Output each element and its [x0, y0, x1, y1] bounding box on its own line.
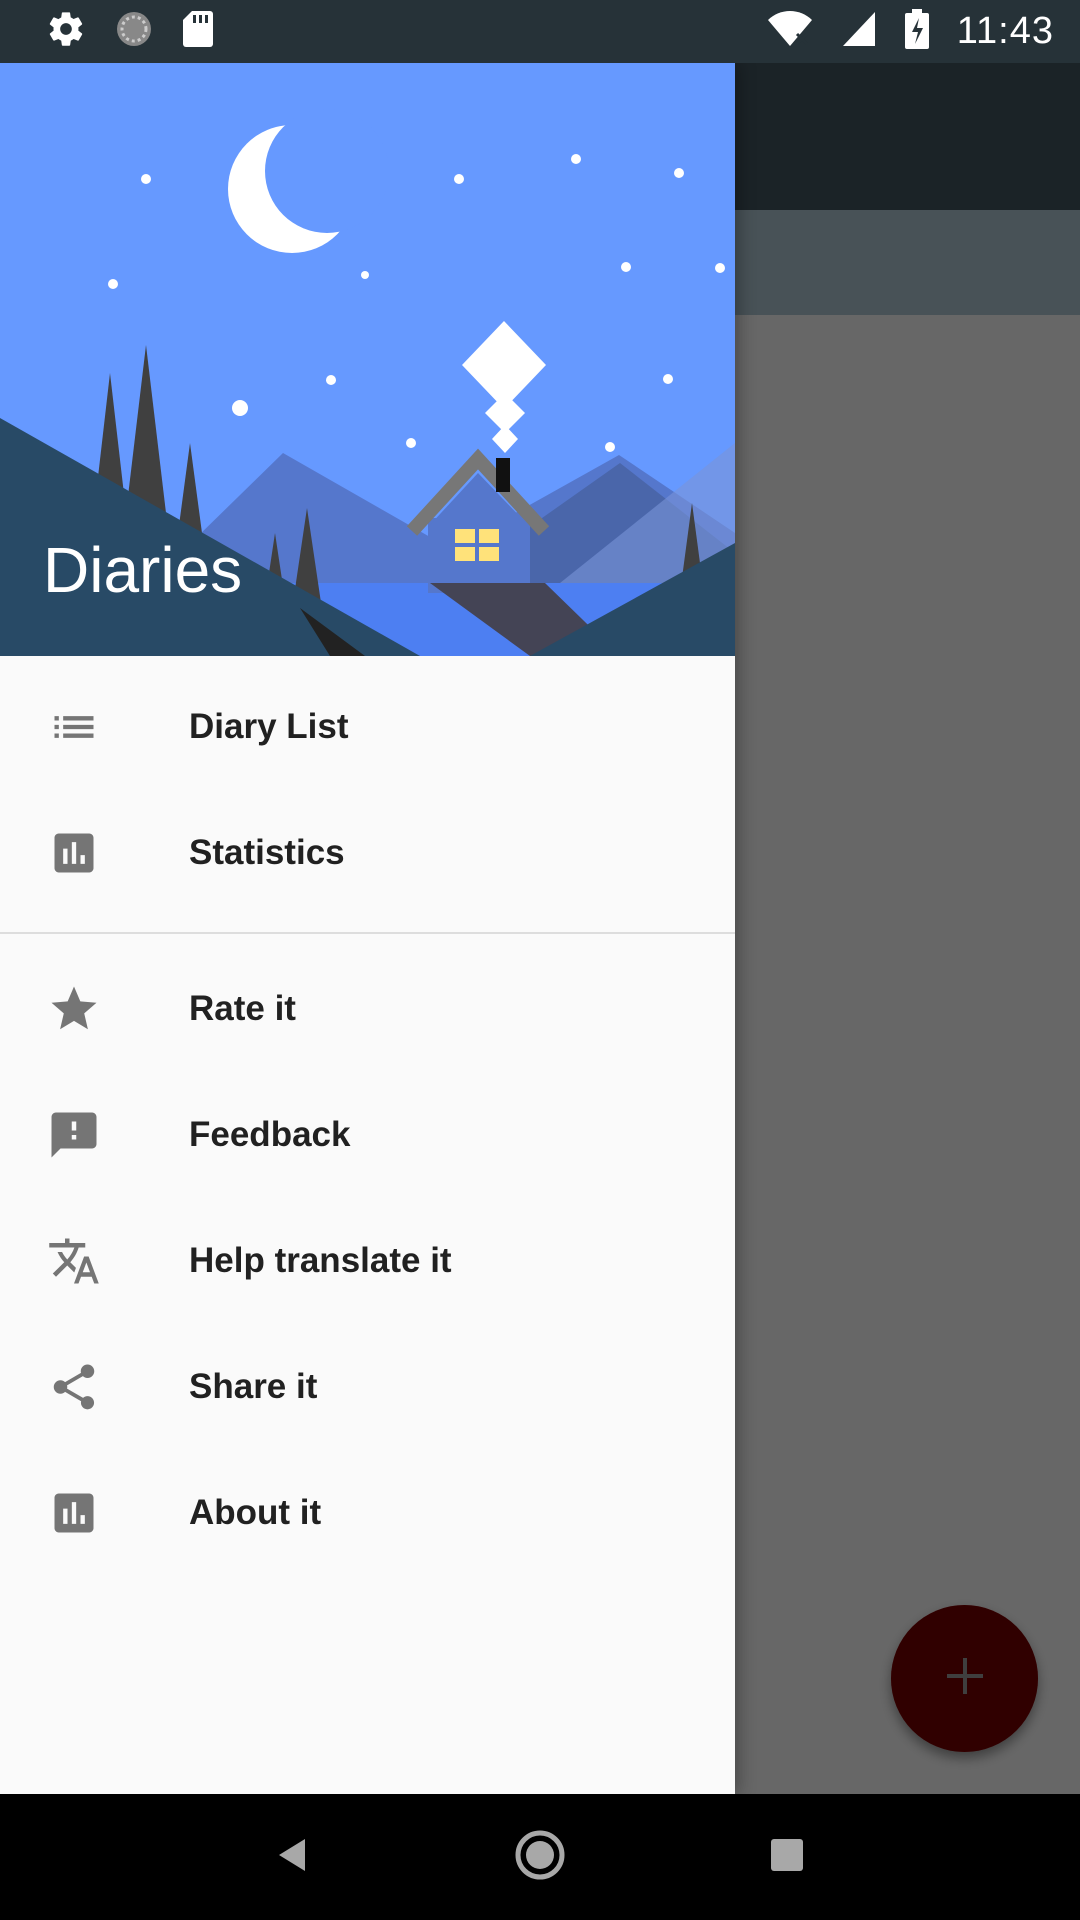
menu-item-label: Feedback — [189, 1115, 351, 1154]
back-icon — [273, 1835, 313, 1880]
drawer-title: Diaries — [43, 534, 243, 606]
menu-item-label: Diary List — [189, 707, 349, 746]
feedback-icon — [47, 1108, 101, 1162]
star-icon — [47, 982, 101, 1036]
bar-chart-icon — [47, 826, 101, 880]
home-icon — [514, 1829, 566, 1886]
menu-divider — [0, 932, 735, 934]
system-nav-bar — [0, 1794, 1080, 1920]
translate-icon — [47, 1234, 101, 1288]
settings-icon — [46, 9, 86, 54]
menu-item-label: Share it — [189, 1367, 318, 1406]
sd-card-icon — [182, 9, 214, 54]
menu-item-label: Help translate it — [189, 1241, 452, 1280]
menu-item-about-it[interactable]: About it — [0, 1450, 735, 1576]
menu-item-statistics[interactable]: Statistics — [0, 790, 735, 916]
recents-button[interactable] — [742, 1812, 832, 1902]
status-left — [46, 9, 214, 54]
navigation-drawer: Diaries Diary List Statistics Rate it Fe… — [0, 63, 735, 1794]
bar-chart-icon — [47, 1486, 101, 1540]
menu-item-label: Rate it — [189, 989, 296, 1028]
menu-item-diary-list[interactable]: Diary List — [0, 664, 735, 790]
menu-item-label: About it — [189, 1493, 322, 1532]
menu-item-label: Statistics — [189, 833, 345, 872]
drawer-header: Diaries — [0, 63, 735, 656]
list-icon — [47, 700, 101, 754]
menu-item-share-it[interactable]: Share it — [0, 1324, 735, 1450]
menu-item-help-translate[interactable]: Help translate it — [0, 1198, 735, 1324]
wifi-icon — [767, 10, 813, 53]
battery-charging-icon — [904, 9, 929, 54]
status-bar: 11:43 — [0, 0, 1080, 63]
home-button[interactable] — [495, 1812, 585, 1902]
sync-icon — [114, 9, 154, 54]
menu-item-rate-it[interactable]: Rate it — [0, 946, 735, 1072]
screen: 11:43 Diaries Diary List Statistics Rate… — [0, 0, 1080, 1920]
signal-icon — [841, 10, 877, 53]
share-icon — [47, 1360, 101, 1414]
back-button[interactable] — [248, 1812, 338, 1902]
status-right: 11:43 — [767, 9, 1054, 54]
menu-item-feedback[interactable]: Feedback — [0, 1072, 735, 1198]
recents-icon — [769, 1837, 805, 1878]
drawer-menu: Diary List Statistics Rate it Feedback H… — [0, 656, 735, 1576]
status-time: 11:43 — [956, 10, 1054, 52]
